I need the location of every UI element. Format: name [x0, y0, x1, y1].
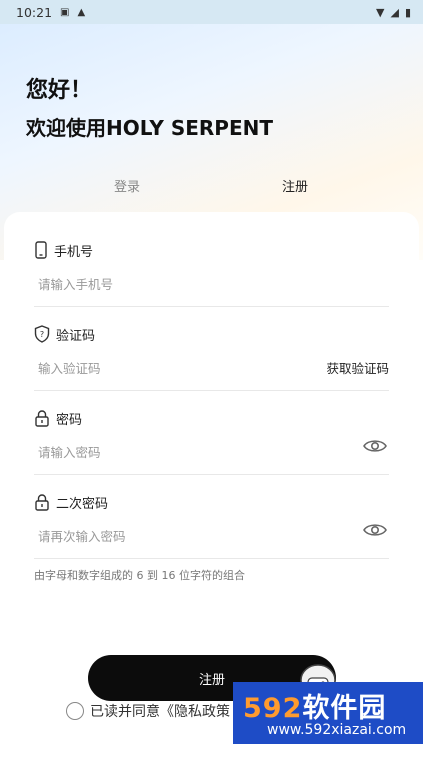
password-label-text: 密码 [56, 412, 83, 428]
signal-icon: ◢ [390, 5, 399, 19]
tab-register[interactable]: 注册 [282, 174, 308, 202]
status-bar: 10:21 ▣ ▲ ▼ ◢ ▮ [0, 0, 423, 24]
phone-label-text: 手机号 [54, 244, 94, 260]
wifi-icon: ▼ [376, 5, 385, 19]
confirm-label: 二次密码 [34, 492, 389, 512]
tab-login[interactable]: 登录 [114, 174, 140, 202]
agree-radio[interactable] [66, 702, 84, 720]
status-right: ▼ ◢ ▮ [376, 6, 411, 19]
divider [34, 390, 389, 391]
greeting-title: 您好！ [26, 78, 93, 103]
confirm-password-field: 二次密码 请再次输入密码 [34, 492, 389, 559]
phone-field: 手机号 请输入手机号 [34, 240, 389, 307]
confirm-label-text: 二次密码 [56, 496, 109, 512]
phone-label: 手机号 [34, 240, 389, 260]
watermark-url: www.592xiazai.com [267, 722, 407, 738]
get-code-button[interactable]: 获取验证码 [326, 358, 389, 377]
password-label: 密码 [34, 408, 389, 428]
code-label: ? 验证码 [34, 324, 389, 344]
confirm-password-input[interactable]: 请再次输入密码 [38, 526, 126, 545]
phone-icon [35, 241, 47, 259]
phone-input[interactable]: 请输入手机号 [38, 274, 113, 293]
agreement: 已读并同意《隐私政策 [66, 701, 230, 721]
watermark-logo: 592软件园 [243, 693, 387, 724]
password-hint: 由字母和数字组成的 6 到 16 位字符的组合 [34, 569, 245, 582]
auth-tabs: 登录 注册 [0, 174, 423, 202]
register-button-label: 注册 [198, 672, 225, 688]
warning-icon: ▲ [77, 6, 86, 18]
notification-a-icon: ▣ [60, 6, 70, 18]
lock-icon [35, 410, 49, 427]
svg-text:?: ? [40, 330, 44, 339]
code-label-text: 验证码 [56, 328, 96, 344]
eye-icon[interactable] [363, 522, 387, 538]
code-input[interactable]: 输入验证码 [38, 358, 101, 377]
lock-icon [35, 494, 49, 511]
status-time: 10:21 [16, 4, 53, 20]
divider [34, 558, 389, 559]
agreement-text[interactable]: 已读并同意《隐私政策 [90, 701, 230, 721]
code-field: ? 验证码 输入验证码 获取验证码 [34, 324, 389, 391]
eye-icon[interactable] [363, 438, 387, 454]
divider [34, 474, 389, 475]
site-watermark: 592软件园 www.592xiazai.com [233, 682, 423, 744]
welcome-title: 欢迎使用HOLY SERPENT [26, 116, 273, 140]
password-input[interactable]: 请输入密码 [38, 442, 101, 461]
battery-icon: ▮ [404, 5, 411, 19]
divider [34, 306, 389, 307]
shield-icon: ? [34, 325, 50, 343]
password-field: 密码 请输入密码 [34, 408, 389, 475]
